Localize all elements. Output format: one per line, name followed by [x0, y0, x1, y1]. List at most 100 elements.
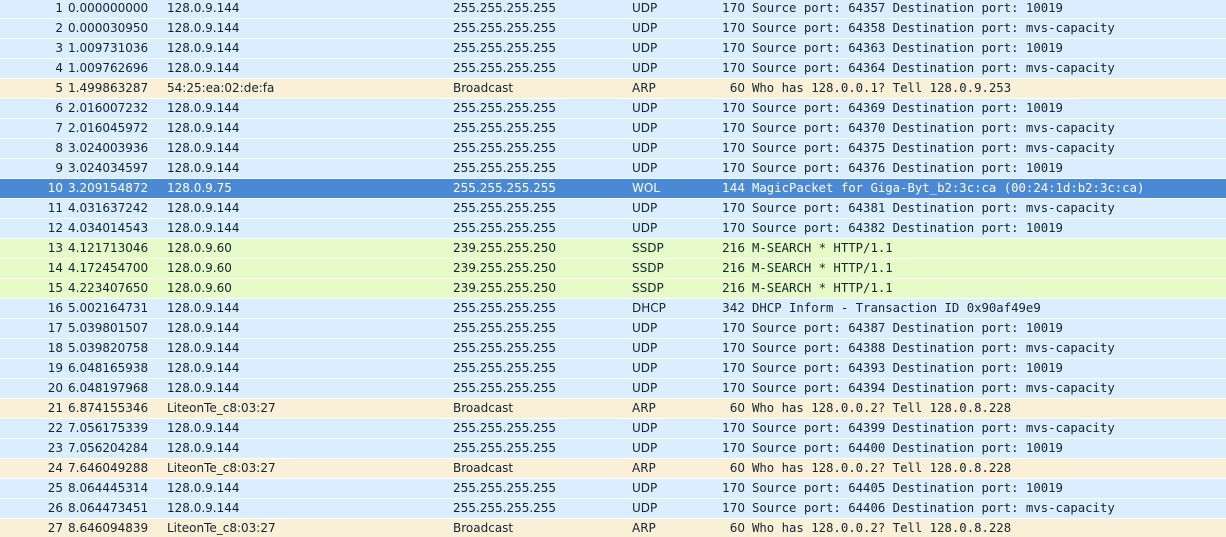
packet-source: 128.0.9.144 — [167, 481, 240, 495]
packet-time: 7.646049288 — [68, 461, 149, 475]
packet-info: Source port: 64364 Destination port: mvs… — [752, 61, 1115, 75]
packet-time: 2.016007232 — [68, 101, 149, 115]
packet-row[interactable]: 5 1.499863287 54:25:ea:02:de:fa Broadcast AR… — [0, 79, 1226, 99]
packet-row[interactable]: 13 4.121713046 128.0.9.60 239.255.255.250 SS… — [0, 239, 1226, 259]
packet-number: 12 — [47, 221, 63, 235]
packet-number: 18 — [47, 341, 63, 355]
packet-row[interactable]: 20 6.048197968 128.0.9.144 255.255.255.255 U… — [0, 379, 1226, 399]
packet-destination: Broadcast — [453, 521, 514, 535]
packet-destination: 239.255.255.250 — [453, 281, 557, 295]
packet-row[interactable]: 24 7.646049288 LiteonTe_c8:03:27 Broadcast A… — [0, 459, 1226, 479]
packet-number: 26 — [47, 501, 63, 515]
packet-source: 128.0.9.144 — [167, 161, 240, 175]
packet-length: 170 — [722, 201, 745, 215]
packet-destination: 255.255.255.255 — [453, 361, 557, 375]
packet-length: 216 — [722, 241, 745, 255]
packet-source: 128.0.9.60 — [167, 241, 232, 255]
packet-number: 4 — [55, 61, 63, 75]
packet-row[interactable]: 22 7.056175339 128.0.9.144 255.255.255.255 U… — [0, 419, 1226, 439]
packet-list[interactable]: 1 0.000000000 128.0.9.144 255.255.255.255 UD… — [0, 0, 1226, 537]
packet-row[interactable]: 14 4.172454700 128.0.9.60 239.255.255.250 SS… — [0, 259, 1226, 279]
packet-source: 128.0.9.144 — [167, 361, 240, 375]
packet-number: 7 — [55, 121, 63, 135]
packet-time: 4.031637242 — [68, 201, 149, 215]
packet-info: Source port: 64370 Destination port: mvs… — [752, 121, 1115, 135]
packet-info: Who has 128.0.0.2? Tell 128.0.8.228 — [752, 401, 1012, 415]
packet-length: 170 — [722, 421, 745, 435]
packet-source: 128.0.9.144 — [167, 341, 240, 355]
packet-destination: 255.255.255.255 — [453, 141, 557, 155]
packet-info: M-SEARCH * HTTP/1.1 — [752, 281, 893, 295]
packet-length: 170 — [722, 341, 745, 355]
packet-time: 1.009731036 — [68, 41, 149, 55]
packet-time: 1.499863287 — [68, 81, 149, 95]
packet-info: Source port: 64400 Destination port: 100… — [752, 441, 1063, 455]
packet-row[interactable]: 26 8.064473451 128.0.9.144 255.255.255.255 U… — [0, 499, 1226, 519]
packet-row[interactable]: 16 5.002164731 128.0.9.144 255.255.255.255 D… — [0, 299, 1226, 319]
packet-row[interactable]: 19 6.048165938 128.0.9.144 255.255.255.255 U… — [0, 359, 1226, 379]
packet-length: 170 — [722, 501, 745, 515]
packet-number: 11 — [47, 201, 63, 215]
packet-row[interactable]: 17 5.039801507 128.0.9.144 255.255.255.255 U… — [0, 319, 1226, 339]
packet-info: Source port: 64399 Destination port: mvs… — [752, 421, 1115, 435]
packet-time: 8.064473451 — [68, 501, 149, 515]
packet-time: 6.048165938 — [68, 361, 149, 375]
packet-row[interactable]: 3 1.009731036 128.0.9.144 255.255.255.255 UD… — [0, 39, 1226, 59]
packet-info: Source port: 64369 Destination port: 100… — [752, 101, 1063, 115]
packet-time: 5.039820758 — [68, 341, 149, 355]
packet-time: 2.016045972 — [68, 121, 149, 135]
packet-destination: 255.255.255.255 — [453, 41, 557, 55]
packet-length: 60 — [729, 521, 745, 535]
packet-number: 20 — [47, 381, 63, 395]
packet-row[interactable]: 23 7.056204284 128.0.9.144 255.255.255.255 U… — [0, 439, 1226, 459]
packet-row[interactable]: 18 5.039820758 128.0.9.144 255.255.255.255 U… — [0, 339, 1226, 359]
packet-row[interactable]: 25 8.064445314 128.0.9.144 255.255.255.255 U… — [0, 479, 1226, 499]
packet-time: 5.002164731 — [68, 301, 149, 315]
packet-destination: 255.255.255.255 — [453, 101, 557, 115]
packet-row[interactable]: 1 0.000000000 128.0.9.144 255.255.255.255 UD… — [0, 0, 1226, 19]
packet-destination: 255.255.255.255 — [453, 201, 557, 215]
packet-info: Source port: 64376 Destination port: 100… — [752, 161, 1063, 175]
packet-row[interactable]: 6 2.016007232 128.0.9.144 255.255.255.255 UD… — [0, 99, 1226, 119]
packet-length: 60 — [729, 81, 745, 95]
packet-row[interactable]: 21 6.874155346 LiteonTe_c8:03:27 Broadcast A… — [0, 399, 1226, 419]
packet-info: Who has 128.0.0.2? Tell 128.0.8.228 — [752, 521, 1012, 535]
packet-number: 27 — [47, 521, 63, 535]
packet-length: 170 — [722, 21, 745, 35]
packet-row[interactable]: 15 4.223407650 128.0.9.60 239.255.255.250 SS… — [0, 279, 1226, 299]
packet-number: 8 — [55, 141, 63, 155]
packet-number: 25 — [47, 481, 63, 495]
packet-number: 3 — [55, 41, 63, 55]
packet-source: 128.0.9.60 — [167, 261, 232, 275]
packet-source: 128.0.9.144 — [167, 421, 240, 435]
packet-info: M-SEARCH * HTTP/1.1 — [752, 261, 893, 275]
packet-number: 1 — [55, 1, 63, 15]
packet-row[interactable]: 2 0.000030950 128.0.9.144 255.255.255.255 UD… — [0, 19, 1226, 39]
packet-number: 6 — [55, 101, 63, 115]
packet-number: 13 — [47, 241, 63, 255]
packet-row[interactable]: 12 4.034014543 128.0.9.144 255.255.255.255 U… — [0, 219, 1226, 239]
packet-row[interactable]: 8 3.024003936 128.0.9.144 255.255.255.255 UD… — [0, 139, 1226, 159]
packet-destination: 255.255.255.255 — [453, 161, 557, 175]
packet-destination: 255.255.255.255 — [453, 341, 557, 355]
packet-number: 5 — [55, 81, 63, 95]
packet-row[interactable]: 9 3.024034597 128.0.9.144 255.255.255.255 UD… — [0, 159, 1226, 179]
packet-row[interactable]: 10 3.209154872 128.0.9.75 255.255.255.255 WO… — [0, 179, 1226, 199]
packet-destination: 255.255.255.255 — [453, 181, 557, 195]
packet-row[interactable]: 7 2.016045972 128.0.9.144 255.255.255.255 UD… — [0, 119, 1226, 139]
packet-length: 170 — [722, 221, 745, 235]
packet-row[interactable]: 4 1.009762696 128.0.9.144 255.255.255.255 UD… — [0, 59, 1226, 79]
packet-source: 54:25:ea:02:de:fa — [167, 81, 275, 95]
packet-length: 170 — [722, 141, 745, 155]
packet-destination: 255.255.255.255 — [453, 421, 557, 435]
packet-time: 3.024003936 — [68, 141, 149, 155]
packet-destination: 255.255.255.255 — [453, 321, 557, 335]
packet-number: 23 — [47, 441, 63, 455]
packet-row[interactable]: 11 4.031637242 128.0.9.144 255.255.255.255 U… — [0, 199, 1226, 219]
packet-row[interactable]: 27 8.646094839 LiteonTe_c8:03:27 Broadcast A… — [0, 519, 1226, 537]
packet-length: 170 — [722, 41, 745, 55]
packet-destination: 239.255.255.250 — [453, 241, 557, 255]
packet-number: 17 — [47, 321, 63, 335]
packet-number: 24 — [47, 461, 63, 475]
packet-info: Who has 128.0.0.1? Tell 128.0.9.253 — [752, 81, 1012, 95]
